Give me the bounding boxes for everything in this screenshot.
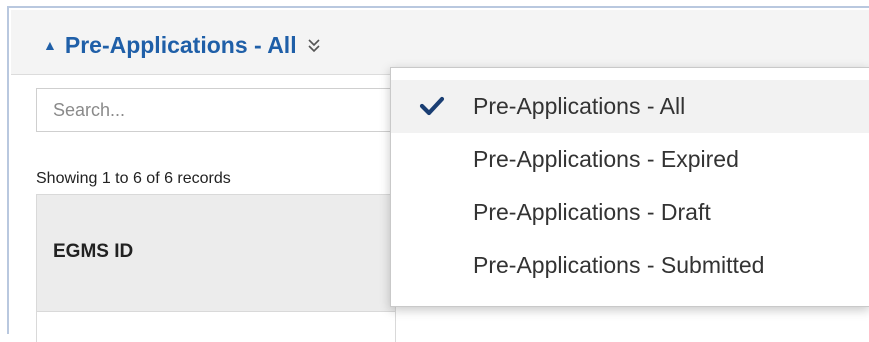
menu-item-label: Pre-Applications - All <box>473 93 686 119</box>
table-header-egms-id[interactable]: EGMS ID <box>36 194 396 312</box>
view-selector[interactable]: ▲ Pre-Applications - All <box>43 32 321 59</box>
menu-item-expired[interactable]: Pre-Applications - Expired <box>391 133 869 186</box>
menu-item-label: Pre-Applications - Draft <box>473 199 711 225</box>
view-dropdown-menu: Pre-Applications - All Pre-Applications … <box>390 67 869 307</box>
table-row[interactable] <box>36 312 396 342</box>
records-info: Showing 1 to 6 of 6 records <box>36 170 231 187</box>
menu-item-label: Pre-Applications - Submitted <box>473 252 765 278</box>
panel-title[interactable]: Pre-Applications - All <box>65 32 297 59</box>
menu-item-all[interactable]: Pre-Applications - All <box>391 80 869 133</box>
double-chevron-down-icon[interactable] <box>307 37 321 55</box>
caret-up-icon[interactable]: ▲ <box>43 37 57 53</box>
menu-item-submitted[interactable]: Pre-Applications - Submitted <box>391 239 869 292</box>
menu-item-draft[interactable]: Pre-Applications - Draft <box>391 186 869 239</box>
panel-header[interactable]: ▲ Pre-Applications - All <box>11 10 869 75</box>
checkmark-icon <box>419 96 445 116</box>
menu-item-label: Pre-Applications - Expired <box>473 146 739 172</box>
column-header-label: EGMS ID <box>53 241 134 262</box>
